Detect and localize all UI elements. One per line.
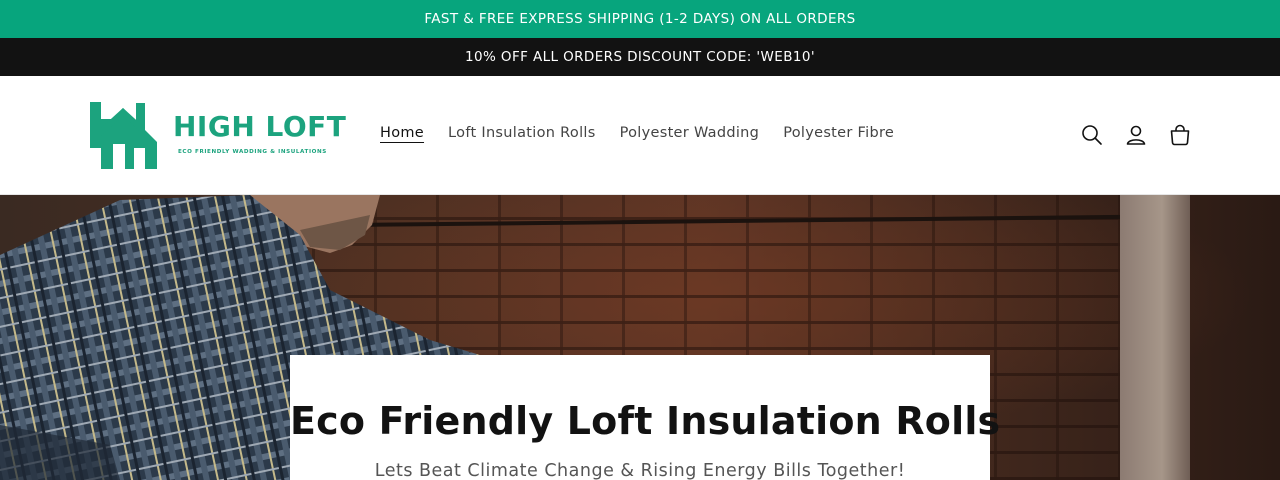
- hero-text-card: Eco Friendly Loft Insulation Rolls Lets …: [290, 355, 1001, 480]
- hero-banner: Eco Friendly Loft Insulation Rolls Lets …: [0, 195, 1280, 480]
- search-icon: [1082, 125, 1102, 145]
- hero-background-panel: [1120, 195, 1190, 480]
- search-button[interactable]: [1070, 113, 1114, 157]
- nav-link-polyester-fibre[interactable]: Polyester Fibre: [771, 122, 906, 144]
- discount-announcement-bar: 10% OFF ALL ORDERS DISCOUNT CODE: 'WEB10…: [0, 38, 1280, 76]
- hero-subtitle: Lets Beat Climate Change & Rising Energy…: [374, 461, 906, 480]
- cart-button[interactable]: [1158, 113, 1202, 157]
- brand-tagline: ECO FRIENDLY WADDING & INSULATIONS: [178, 149, 327, 155]
- site-header: HIGH LOFT ECO FRIENDLY WADDING & INSULAT…: [0, 76, 1280, 195]
- shipping-announcement-text: FAST & FREE EXPRESS SHIPPING (1-2 DAYS) …: [424, 11, 856, 27]
- main-navigation: Home Loft Insulation Rolls Polyester Wad…: [368, 122, 906, 144]
- account-icon: [1126, 125, 1146, 145]
- header-icons: [1070, 113, 1202, 157]
- nav-link-home[interactable]: Home: [368, 122, 436, 144]
- discount-announcement-text: 10% OFF ALL ORDERS DISCOUNT CODE: 'WEB10…: [465, 49, 815, 65]
- account-button[interactable]: [1114, 113, 1158, 157]
- brand-name: HIGH LOFT: [173, 110, 347, 143]
- nav-link-loft-insulation-rolls[interactable]: Loft Insulation Rolls: [436, 122, 608, 144]
- cart-icon: [1170, 124, 1190, 146]
- shipping-announcement-bar: FAST & FREE EXPRESS SHIPPING (1-2 DAYS) …: [0, 0, 1280, 38]
- brand-logo-link[interactable]: HIGH LOFT ECO FRIENDLY WADDING & INSULAT…: [89, 102, 347, 170]
- house-logo-icon: [90, 102, 157, 169]
- nav-link-polyester-wadding[interactable]: Polyester Wadding: [608, 122, 772, 144]
- hero-title: Eco Friendly Loft Insulation Rolls: [290, 399, 1001, 443]
